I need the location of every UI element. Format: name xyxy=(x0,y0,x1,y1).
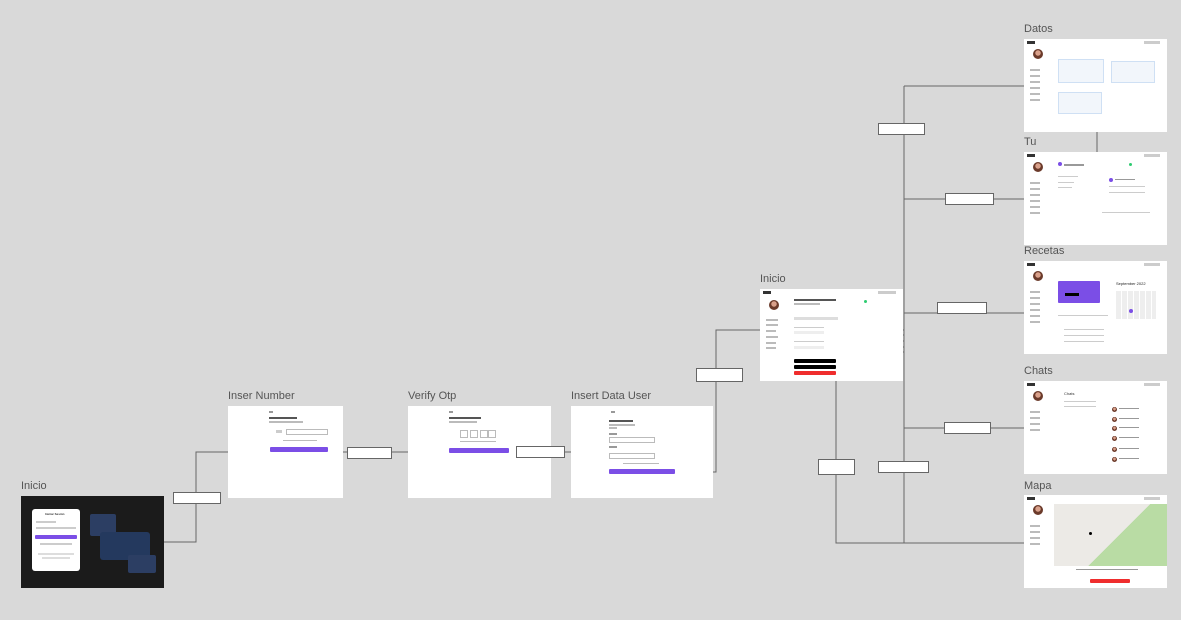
chats-title: Chats xyxy=(1064,391,1075,396)
frame-insert-data-user[interactable] xyxy=(571,406,713,498)
datos-card-2 xyxy=(1111,61,1155,83)
frame-recetas[interactable]: September 2022 xyxy=(1024,261,1167,354)
map-action-button[interactable] xyxy=(1090,579,1130,583)
note-login-to-number xyxy=(173,492,221,504)
phone-number-input[interactable] xyxy=(286,429,328,435)
connector-lines xyxy=(164,85,1098,544)
calendar-grid[interactable] xyxy=(1116,291,1156,319)
frame-label-mapa: Mapa xyxy=(1024,480,1052,492)
note-to-recetas xyxy=(937,302,987,314)
verify-otp-button[interactable] xyxy=(449,448,509,453)
recetas-highlight-card xyxy=(1058,281,1100,303)
login-title: Iniciar Sesión xyxy=(45,512,65,516)
frame-inicio-login[interactable]: Iniciar Sesión xyxy=(21,496,164,588)
login-illustration-card-3 xyxy=(128,555,156,573)
note-to-chats xyxy=(944,422,991,434)
frame-label-inser-number: Inser Number xyxy=(228,390,295,402)
calendar-month: September 2022 xyxy=(1116,281,1146,286)
frame-label-insert-data-user: Insert Data User xyxy=(571,390,652,402)
connector-data-to-home xyxy=(713,329,760,473)
login-primary-button[interactable] xyxy=(35,535,77,539)
frame-inser-number[interactable] xyxy=(228,406,343,498)
frame-label-chats: Chats xyxy=(1024,365,1053,377)
datos-card-1 xyxy=(1058,59,1104,83)
map-view[interactable] xyxy=(1054,504,1167,566)
frame-mapa[interactable] xyxy=(1024,495,1167,588)
datos-card-3 xyxy=(1058,92,1102,114)
note-to-tu xyxy=(945,193,994,205)
otp-digit-1[interactable] xyxy=(460,430,468,438)
otp-digit-3[interactable] xyxy=(480,430,488,438)
frame-tu[interactable] xyxy=(1024,152,1167,245)
avatar xyxy=(769,300,779,310)
note-data-to-home xyxy=(696,368,743,382)
frame-label-verify-otp: Verify Otp xyxy=(408,390,457,402)
frame-inicio-home[interactable] xyxy=(760,289,903,381)
inser-number-continue-button[interactable] xyxy=(270,447,328,452)
home-action-button-3[interactable] xyxy=(794,371,836,375)
frame-label-inicio-home: Inicio xyxy=(760,273,786,285)
frame-label-tu: Tu xyxy=(1024,136,1037,148)
country-code-select[interactable] xyxy=(276,430,282,433)
otp-digit-2[interactable] xyxy=(470,430,478,438)
frame-label-recetas: Recetas xyxy=(1024,245,1065,257)
app-logo xyxy=(763,291,771,294)
home-action-button-2[interactable] xyxy=(794,365,836,369)
name-input[interactable] xyxy=(609,437,655,443)
email-input[interactable] xyxy=(609,453,655,459)
frame-chats[interactable]: Chats xyxy=(1024,381,1167,474)
note-to-mapa-right xyxy=(878,461,929,473)
frame-label-datos: Datos xyxy=(1024,23,1053,35)
frame-datos[interactable] xyxy=(1024,39,1167,132)
save-user-data-button[interactable] xyxy=(609,469,675,474)
home-action-button-1[interactable] xyxy=(794,359,836,363)
note-number-to-otp xyxy=(347,447,392,459)
map-pin-icon xyxy=(1089,532,1092,535)
note-to-datos xyxy=(878,123,925,135)
note-to-mapa-left xyxy=(818,459,855,475)
note-otp-to-data xyxy=(516,446,565,458)
otp-digit-4[interactable] xyxy=(488,430,496,438)
login-card: Iniciar Sesión xyxy=(32,509,80,571)
connector-to-mapa xyxy=(835,374,1024,544)
frame-label-inicio-login: Inicio xyxy=(21,480,47,492)
